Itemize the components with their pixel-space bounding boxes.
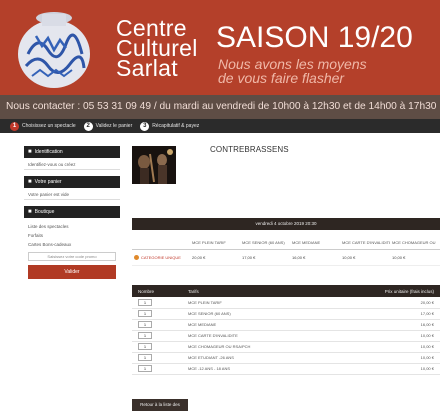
step-number: 3 [140,121,150,131]
event-poster [132,146,176,184]
tariff-price: 10,00 € [352,363,440,375]
quantity-select[interactable]: 1 [138,310,152,317]
tariff-price: 20,00 € [352,297,440,309]
step-summary-pay[interactable]: 3 Récapitulatif & payez [140,121,200,131]
tariff-col-header: Prix unitaire (frais inclus) [352,285,440,297]
step-label: Choisissez un spectacle [22,123,76,129]
sidebar-item-gift-cards[interactable]: Cartes Bons-cadeaux [24,240,120,249]
tariff-name: MCE PLEIN TARIF [182,297,352,309]
tagline: Nous avons les moyens de vous faire flas… [218,57,367,85]
table-row: 1 MCE CHOMAGEUR OU RSA/PCH 10,00 € [132,341,440,353]
price-cell: 17,00 € [240,249,290,266]
vase-logo-icon [18,12,90,88]
price-col-header: MCE PLEIN TARIF [190,236,240,250]
tariff-name: MCE -12 ANS - 18 ANS [182,363,352,375]
sidebar-item-packages[interactable]: Forfaits [24,231,120,240]
price-grid: MCE PLEIN TARIF MCE SENIOR (60 ANS) MCE … [132,236,440,266]
tariff-price: 10,00 € [352,341,440,353]
price-cell: 10,00 € [340,249,390,266]
table-row: 1 MCE -12 ANS - 18 ANS 10,00 € [132,363,440,375]
price-cell: 10,00 € [390,249,440,266]
price-row: CATEGORIE UNIQUE 20,00 € 17,00 € 16,00 €… [132,249,440,266]
tariff-price: 10,00 € [352,352,440,364]
quantity-select[interactable]: 1 [138,332,152,339]
step-choose-show[interactable]: 1 Choisissez un spectacle [10,121,76,131]
tariff-price: 10,00 € [352,330,440,342]
step-label: Récapitulatif & payez [152,123,200,129]
table-row: 1 MCE PLEIN TARIF 20,00 € [132,297,440,309]
tariff-price: 16,00 € [352,319,440,331]
season-title: SAISON 19/20 [216,21,413,54]
back-to-list-button[interactable]: Retour à la liste des manifestations [132,399,188,411]
price-cell: 20,00 € [190,249,240,266]
login-link[interactable]: Identifiez-vous ou créez [24,158,120,170]
brand-name[interactable]: Centre Culturel Sarlat [116,17,198,81]
brand-line-3: Sarlat [116,55,178,81]
tariff-name: MCE SENIOR (60 ANS) [182,308,352,320]
promo-code-input[interactable]: Saisissez votre code promo [28,252,116,261]
cart-status: Votre panier est vide [24,188,120,200]
price-col-header: MCE CHOMAGEUR OU [390,236,440,250]
user-icon: ■ [28,149,32,155]
contact-bar: Nous contacter : 05 53 31 09 49 / du mar… [0,95,440,119]
table-row: 1 MCE ETUDIANT -26 ANS 10,00 € [132,352,440,364]
site-banner: Centre Culturel Sarlat SAISON 19/20 Nous… [0,0,440,95]
checkout-steps: 1 Choisissez un spectacle 2 Validez le p… [0,119,440,133]
sidebar-item-shows[interactable]: Liste des spectacles [24,222,120,231]
quantity-select[interactable]: 1 [138,365,152,372]
step-number: 1 [10,121,19,131]
price-col-header: MCE SENIOR (60 ANS) [240,236,290,250]
quantity-select[interactable]: 1 [138,354,152,361]
shop-header: ■ Boutique [24,206,120,218]
cart-header: ■ Votre panier [24,176,120,188]
tariff-name: MCE CARTE D'INVALIDITE [182,330,352,342]
cart-title: Votre panier [34,179,62,185]
identification-title: Identification [34,149,63,155]
quantity-select[interactable]: 1 [138,298,152,306]
tariff-price: 17,00 € [352,308,440,320]
price-col-header [132,236,190,250]
event-title: CONTREBRASSENS [210,145,289,154]
table-row: 1 MCE SENIOR (60 ANS) 17,00 € [132,308,440,320]
cart-icon: ■ [28,179,32,185]
validate-button[interactable]: Valider [28,265,116,279]
step-label: Validez le panier [95,123,133,129]
step-validate-cart[interactable]: 2 Validez le panier [83,121,133,131]
category-dot-icon [134,254,139,260]
quantity-select[interactable]: 1 [138,343,152,350]
tagline-line-2: de vous faire flasher [218,70,345,86]
event-date-bar: vendredi 4 octobre 2019 20:30 [132,218,440,230]
tagline-line-1: Nous avons les moyens [218,56,367,72]
identification-header: ■ Identification [24,146,120,158]
tariff-header: Nombre Tarifs Prix unitaire (frais inclu… [132,285,440,297]
category-label: CATEGORIE UNIQUE [141,254,181,260]
tariff-col-header: Tarifs [182,285,352,297]
table-row: 1 MCE MEDIANE 16,00 € [132,319,440,331]
tariff-name: MCE ETUDIANT -26 ANS [182,352,352,364]
shop-title: Boutique [34,209,55,215]
price-col-header: MCE CARTE D'INVALIDITE [340,236,390,250]
quantity-select[interactable]: 1 [138,321,152,328]
tag-icon: ■ [28,209,32,215]
tariff-name: MCE MEDIANE [182,319,352,331]
price-grid-header: MCE PLEIN TARIF MCE SENIOR (60 ANS) MCE … [132,236,440,250]
step-number: 2 [83,121,93,131]
category-cell[interactable]: CATEGORIE UNIQUE [132,249,190,266]
tariff-table: Nombre Tarifs Prix unitaire (frais inclu… [132,285,440,375]
price-col-header: MCE MEDIANE [290,236,340,250]
tariff-name: MCE CHOMAGEUR OU RSA/PCH [182,341,352,353]
sidebar: ■ Identification Identifiez-vous ou crée… [24,146,120,279]
poster-image-icon [132,146,176,184]
price-cell: 16,00 € [290,249,340,266]
table-row: 1 MCE CARTE D'INVALIDITE 10,00 € [132,330,440,342]
tariff-col-header: Nombre [132,285,182,297]
